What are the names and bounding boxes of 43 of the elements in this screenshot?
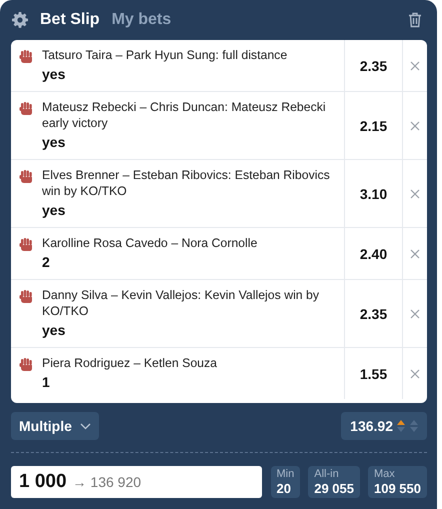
- odds-value: 1.55: [360, 366, 388, 382]
- stake-field[interactable]: 1 000 → 136 920: [11, 466, 262, 498]
- event-name: Mateusz Rebecki – Chris Duncan: Mateusz Rebecki early victory: [42, 99, 327, 131]
- close-button[interactable]: [408, 246, 422, 260]
- fist-icon: [19, 237, 34, 252]
- event-name: Karolline Rosa Cavedo – Nora Cornolle: [42, 235, 258, 251]
- odds-value: 2.35: [360, 306, 388, 322]
- fist-icon: [19, 169, 34, 184]
- selection-label: yes: [42, 202, 66, 219]
- selection-label: 1: [42, 374, 51, 391]
- odds-value: 2.15: [360, 118, 388, 134]
- odds-value: 2.40: [360, 246, 388, 262]
- fist-icon: [19, 101, 34, 116]
- settings-icon[interactable]: [12, 12, 28, 28]
- tab[interactable]: My bets: [112, 11, 172, 29]
- fist-icon: [19, 289, 34, 304]
- trash-icon[interactable]: [408, 12, 422, 28]
- selection-label: 2: [42, 254, 51, 271]
- bet-type-dropdown[interactable]: Multiple: [11, 412, 99, 440]
- arrows-icon: [396, 419, 420, 433]
- event-name: Danny Silva – Kevin Vallejos: Kevin Vallejos win by KO/TKO: [42, 287, 320, 319]
- event-name: Tatsuro Taira – Park Hyun Sung: full distance: [42, 47, 288, 63]
- limit-button[interactable]: Min 20: [270, 466, 300, 498]
- limit-button[interactable]: Max 109 550: [368, 466, 427, 498]
- selection-label: yes: [42, 322, 66, 339]
- limit-button[interactable]: All-in 29 055: [308, 466, 360, 498]
- fist-icon: [19, 357, 34, 372]
- close-button[interactable]: [408, 306, 422, 320]
- close-button[interactable]: [408, 366, 422, 380]
- selection-label: yes: [42, 66, 66, 83]
- selection-label: yes: [42, 134, 66, 151]
- close-button[interactable]: [408, 58, 422, 72]
- event-name: Piera Rodriguez – Ketlen Souza: [42, 355, 217, 371]
- tab[interactable]: Bet Slip: [40, 11, 100, 29]
- total-odds-value: 136.92: [350, 418, 393, 434]
- event-name: Elves Brenner – Esteban Ribovics: Esteban Ribovics win by KO/TKO: [42, 167, 331, 199]
- close-button[interactable]: [408, 186, 422, 200]
- odds-value: 2.35: [360, 58, 388, 74]
- fist-icon: [19, 49, 34, 64]
- close-button[interactable]: [408, 118, 422, 132]
- payout-text: → 136 920: [72, 474, 142, 490]
- chevron-icon: [80, 422, 91, 430]
- odds-value: 3.10: [360, 186, 388, 202]
